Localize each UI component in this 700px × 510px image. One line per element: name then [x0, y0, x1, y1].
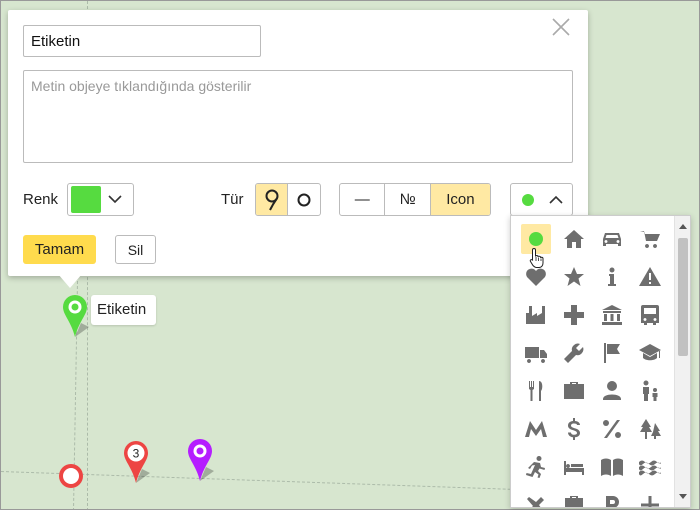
icon-picker-scrollbar[interactable] [674, 216, 690, 507]
color-swatch [71, 186, 101, 213]
scroll-down-arrow-icon[interactable] [679, 494, 687, 499]
bus-icon[interactable] [631, 296, 669, 334]
color-label: Renk [23, 191, 59, 208]
chevron-down-icon [108, 195, 122, 204]
water-icon[interactable] [631, 448, 669, 486]
content-none-button[interactable]: — [340, 184, 386, 215]
graduation-cap-icon[interactable] [631, 334, 669, 372]
wrench-icon[interactable] [555, 334, 593, 372]
cart-icon[interactable] [631, 220, 669, 258]
trees-icon[interactable] [631, 410, 669, 448]
bank-icon[interactable] [593, 296, 631, 334]
close-icon[interactable] [550, 16, 572, 38]
icon-dropdown[interactable] [510, 183, 573, 216]
red-circle-marker[interactable] [57, 462, 87, 495]
chevron-up-icon [548, 195, 563, 204]
restaurant-icon[interactable] [517, 372, 555, 410]
medical-cross-icon[interactable] [555, 296, 593, 334]
car-icon[interactable] [593, 220, 631, 258]
parking-icon[interactable] [593, 486, 631, 507]
circle-outline-icon [297, 193, 311, 206]
purple-pin-marker[interactable] [186, 437, 222, 488]
scroll-thumb[interactable] [678, 238, 688, 356]
marker-label: Etiketin [91, 295, 157, 325]
dot-icon [521, 193, 534, 206]
type-label: Tür [221, 191, 244, 208]
book-icon[interactable] [593, 448, 631, 486]
person-icon[interactable] [593, 372, 631, 410]
ok-button[interactable]: Tamam [23, 235, 96, 264]
red-numbered-pin-marker[interactable]: 3 [122, 439, 158, 490]
warning-icon[interactable] [631, 258, 669, 296]
color-dropdown[interactable] [67, 183, 134, 216]
scroll-up-arrow-icon[interactable] [679, 224, 687, 229]
truck-icon[interactable] [517, 334, 555, 372]
percent-icon[interactable] [593, 410, 631, 448]
briefcase-icon[interactable] [555, 372, 593, 410]
delete-button[interactable]: Sil [115, 235, 156, 264]
runner-icon[interactable] [517, 448, 555, 486]
plus-icon[interactable] [631, 486, 669, 507]
star-icon[interactable] [555, 258, 593, 296]
dollar-icon[interactable] [555, 410, 593, 448]
marker-type-toggle [255, 183, 321, 216]
airplane-icon[interactable] [517, 486, 555, 507]
type-pin-button[interactable] [256, 184, 289, 215]
content-number-button[interactable]: № [385, 184, 431, 215]
pin-outline-icon [265, 189, 278, 210]
flag-icon[interactable] [593, 334, 631, 372]
factory-icon[interactable] [517, 296, 555, 334]
content-icon-button[interactable]: Icon [430, 184, 490, 215]
family-icon[interactable] [631, 372, 669, 410]
suitcase-icon[interactable] [555, 486, 593, 507]
description-textarea[interactable] [23, 70, 573, 163]
title-input[interactable] [23, 25, 261, 57]
metro-icon[interactable] [517, 410, 555, 448]
editor-pointer [58, 274, 82, 288]
marker-number: 3 [133, 447, 140, 461]
bed-icon[interactable] [555, 448, 593, 486]
info-icon[interactable] [593, 258, 631, 296]
type-circle-button[interactable] [288, 184, 320, 215]
hand-cursor-icon [529, 247, 545, 272]
content-type-toggle: — № Icon [339, 183, 491, 216]
home-icon[interactable] [555, 220, 593, 258]
